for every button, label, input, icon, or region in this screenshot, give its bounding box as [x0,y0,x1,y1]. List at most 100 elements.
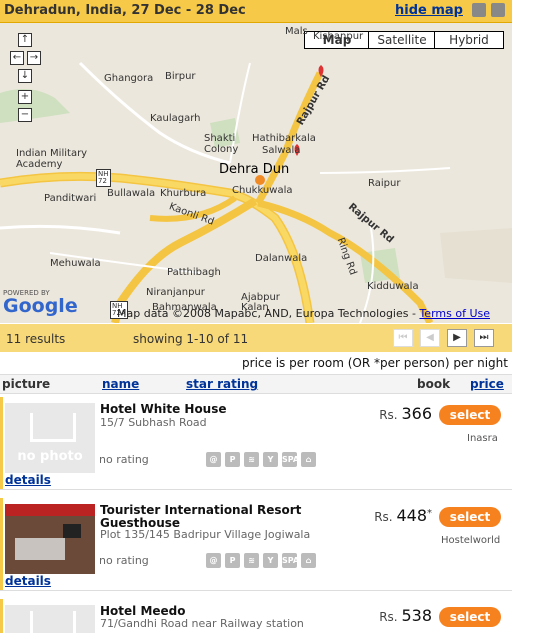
map-label: Kaulagarh [150,113,201,124]
select-button[interactable]: select [439,607,501,627]
map-label: Khurbura [160,188,207,199]
hotel-price: Rs. 538 [379,606,432,625]
map-view[interactable]: Map Satellite Hybrid ↑ ← → ↓ + − Mals Ki… [0,23,512,323]
map-label: Salwala [262,145,301,156]
bed-icon [30,413,76,442]
highway-shield: NH 72 [96,169,111,187]
provider-name: Inasra [467,433,498,444]
parking-icon: P [225,452,240,467]
row-accent [0,397,3,489]
amenity-icons: @ P ≋ Y SPA ⌂ [206,552,320,568]
share-icon[interactable] [472,3,486,17]
map-copyright: Map data ©2008 Mapabc, AND, Europa Techn… [117,307,490,320]
price-amount: 538 [401,606,432,625]
first-page-button[interactable]: ⏮ [393,329,413,347]
zoom-out-button[interactable]: − [18,108,32,122]
hotel-row: Tourister International Resort Guesthous… [0,498,512,591]
copyright-text: Map data ©2008 Mapabc, AND, Europa Techn… [117,307,420,320]
currency: Rs. [379,610,398,624]
details-link[interactable]: details [5,473,51,487]
pan-right-button[interactable]: → [27,51,41,65]
map-type-hybrid[interactable]: Hybrid [434,31,504,49]
currency: Rs. [374,510,393,524]
bar-icon: Y [263,553,278,568]
facility-icon: ⌂ [301,452,316,467]
hotel-address: Plot 135/145 Badripur Village Jogiwala [100,528,311,541]
prev-page-button[interactable]: ◀ [420,329,440,347]
map-label: Bullawala [107,188,156,199]
col-book: book [417,377,451,391]
price-note: price is per room (OR *per person) per n… [242,356,508,370]
map-label: Mehuwala [50,258,101,269]
hotel-rating: no rating [99,554,149,567]
map-label: Panditwari [44,193,97,204]
results-bar: 11 results showing 1-10 of 11 ⏮ ◀ ▶ ⏭ [0,324,512,352]
sort-star-rating-link[interactable]: star rating [186,377,258,391]
spa-icon: SPA [282,452,299,467]
per-person-marker: * [427,508,432,519]
spa-icon: SPA [282,553,299,568]
map-label: Mals [285,26,308,37]
hotel-photo[interactable] [5,504,95,574]
terms-of-use-link[interactable]: Terms of Use [419,307,490,320]
sort-price-link[interactable]: price [470,377,504,391]
next-page-button[interactable]: ▶ [447,329,467,347]
google-logo[interactable]: POWERED BY Google [3,289,78,316]
pan-down-button[interactable]: ↓ [18,69,32,83]
zoom-in-button[interactable]: + [18,90,32,104]
internet-icon: @ [206,452,221,467]
map-label: Hathibarkala [252,133,316,144]
currency: Rs. [379,408,398,422]
hotel-price: Rs. 448* [374,506,432,525]
hotel-address: 15/7 Subhash Road [100,416,207,429]
last-page-button[interactable]: ⏭ [474,329,494,347]
hotel-price: Rs. 366 [379,404,432,423]
row-accent [0,599,3,633]
map-label: Patthibagh [167,267,221,278]
page-margin [512,0,540,633]
details-link[interactable]: details [5,574,51,588]
hotel-photo-placeholder[interactable] [5,605,95,640]
bed-icon [30,611,76,640]
hotel-row: Hotel Meedo 71/Gandhi Road near Railway … [0,599,512,640]
col-picture: picture [2,377,51,391]
select-button[interactable]: select [439,507,501,527]
select-button[interactable]: select [439,405,501,425]
hotel-photo-placeholder[interactable]: no photo [5,403,95,473]
price-amount: 448 [396,506,427,525]
no-photo-label: no photo [17,449,83,464]
google-wordmark: Google [3,295,78,317]
pool-icon: ≋ [244,452,259,467]
page-title: Dehradun, India, 27 Dec - 28 Dec [4,3,246,18]
map-label-city: Dehra Dun [219,162,290,177]
amenity-icons: @ P ≋ Y SPA ⌂ [206,451,320,467]
print-icon[interactable] [491,3,505,17]
pan-up-button[interactable]: ↑ [18,33,32,47]
internet-icon: @ [206,553,221,568]
hotel-rating: no rating [99,453,149,466]
price-amount: 366 [401,404,432,423]
map-label: Kidduwala [367,281,419,292]
map-type-satellite[interactable]: Satellite [368,31,436,49]
pan-left-button[interactable]: ← [10,51,24,65]
map-label: Kishanpur [313,31,364,42]
results-count: 11 results [6,332,66,346]
map-label: Dalanwala [255,253,308,264]
results-range: showing 1-10 of 11 [133,332,249,346]
map-label: Ghangora [104,73,154,84]
hotel-name[interactable]: Hotel White House [100,403,310,416]
hotel-row: no photo Hotel White House 15/7 Subhash … [0,397,512,490]
provider-name: Hostelworld [441,535,501,546]
map-label: Shakti Colony [204,133,239,155]
header-bar: Dehradun, India, 27 Dec - 28 Dec hide ma… [0,0,512,23]
row-accent [0,498,3,590]
map-label: Birpur [165,71,196,82]
parking-icon: P [225,553,240,568]
column-headers: picture name star rating book price [0,374,512,394]
bar-icon: Y [263,452,278,467]
pool-icon: ≋ [244,553,259,568]
hotel-name[interactable]: Tourister International Resort Guesthous… [100,504,310,530]
hotel-address: 71/Gandhi Road near Railway station [100,617,304,630]
sort-name-link[interactable]: name [102,377,139,391]
hide-map-link[interactable]: hide map [395,3,463,18]
